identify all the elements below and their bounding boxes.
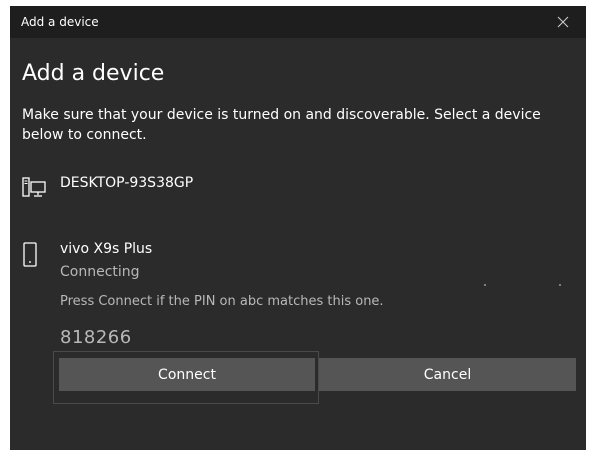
page-title: Add a device [22,61,165,86]
pin-code: 818266 [60,327,132,348]
device-item-desktop[interactable]: DESKTOP-93S38GP [10,169,586,209]
desktop-computer-icon [22,177,46,203]
progress-dot [559,284,561,286]
device-item-phone[interactable]: vivo X9s Plus Connecting Press Connect i… [10,232,586,362]
device-name: vivo X9s Plus [60,241,153,257]
pin-prompt: Press Connect if the PIN on abc matches … [60,294,384,309]
cancel-button[interactable]: Cancel [319,358,576,391]
title-bar: Add a device [10,6,586,38]
device-status: Connecting [60,264,140,280]
device-name: DESKTOP-93S38GP [60,175,194,191]
close-button[interactable] [540,6,586,38]
add-device-dialog: Add a device Add a device Make sure that… [10,6,586,450]
close-icon [557,16,569,28]
window-title: Add a device [21,15,99,29]
instructions-text: Make sure that your device is turned on … [22,107,541,143]
connect-button[interactable]: Connect [59,358,315,391]
progress-dot [484,284,486,286]
mobile-phone-icon [22,242,38,272]
